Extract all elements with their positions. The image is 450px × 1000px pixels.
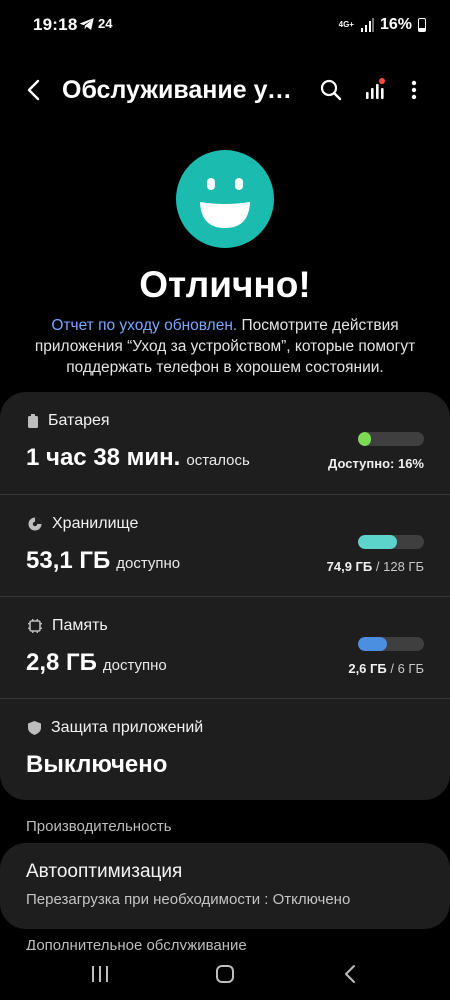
memory-header: Память	[28, 617, 108, 635]
device-status-card: Батарея 1 час 38 мин. осталось Доступно:…	[0, 392, 450, 800]
battery-icon	[28, 414, 38, 428]
more-vert-icon	[411, 80, 417, 100]
performance-section-title: Производительность	[26, 818, 172, 835]
battery-percent: 16%	[379, 16, 412, 33]
memory-row[interactable]: Память 2,8 ГБ доступно 2,6 ГБ / 6 ГБ	[0, 596, 450, 698]
signal-icon	[360, 18, 374, 32]
memory-progress-bar	[358, 637, 424, 651]
memory-value-group: 2,8 ГБ доступно	[26, 649, 167, 677]
memory-used: 2,6 ГБ	[348, 661, 387, 676]
storage-row[interactable]: Хранилище 53,1 ГБ доступно 74,9 ГБ / 128…	[0, 494, 450, 596]
battery-value: 1 час 38 мин.	[26, 444, 181, 471]
status-description: Отчет по уходу обновлен. Посмотрите дейс…	[30, 315, 420, 378]
search-icon	[320, 79, 342, 101]
recent-apps-icon	[92, 966, 108, 982]
storage-value-group: 53,1 ГБ доступно	[26, 547, 180, 575]
auto-optimization-subtitle: Перезагрузка при необходимости : Отключе…	[26, 891, 351, 908]
page-title: Обслуживание устройства	[62, 76, 304, 104]
battery-header: Батарея	[28, 412, 110, 430]
storage-used: 74,9 ГБ	[326, 559, 373, 574]
battery-value-group: 1 час 38 мин. осталось	[26, 444, 250, 472]
auto-optimization-card[interactable]: Автооптимизация Перезагрузка при необход…	[0, 843, 450, 929]
status-bar: 19:18 24 4G+ 16%	[0, 0, 450, 52]
storage-pie-icon	[28, 517, 42, 531]
additional-care-section-title: Дополнительное обслуживание	[26, 937, 247, 950]
memory-total: / 6 ГБ	[386, 661, 424, 676]
battery-suffix: осталось	[186, 452, 250, 469]
battery-label: Батарея	[48, 412, 110, 429]
battery-progress-fill	[358, 432, 372, 446]
auto-optimization-title: Автооптимизация	[26, 861, 183, 882]
storage-usage: 74,9 ГБ / 128 ГБ	[327, 559, 424, 574]
shield-icon	[28, 721, 41, 735]
storage-progress-fill	[358, 535, 397, 549]
app-protection-header: Защита приложений	[28, 719, 203, 737]
app-protection-value: Выключено	[26, 751, 168, 778]
storage-value: 53,1 ГБ	[26, 547, 111, 574]
status-right: 4G+ 16%	[339, 15, 426, 35]
notification-badge: 24	[98, 16, 113, 31]
back-button[interactable]	[16, 72, 52, 108]
memory-chip-icon	[28, 619, 42, 633]
battery-row[interactable]: Батарея 1 час 38 мин. осталось Доступно:…	[0, 392, 450, 494]
battery-icon	[418, 18, 426, 32]
memory-progress-fill	[358, 637, 387, 651]
status-title: Отлично!	[139, 264, 311, 305]
more-options-button[interactable]	[396, 72, 432, 108]
smiley-face-icon	[176, 150, 274, 248]
back-nav-button[interactable]	[330, 960, 370, 988]
app-bar: Обслуживание устройства	[0, 62, 450, 118]
home-icon	[216, 965, 234, 983]
memory-usage: 2,6 ГБ / 6 ГБ	[348, 661, 424, 676]
storage-header: Хранилище	[28, 515, 138, 533]
storage-progress-bar	[358, 535, 424, 549]
storage-total: / 128 ГБ	[372, 559, 424, 574]
notification-dot	[379, 78, 385, 84]
search-button[interactable]	[313, 72, 349, 108]
app-protection-row[interactable]: Защита приложений Выключено	[0, 698, 450, 800]
memory-label: Память	[52, 617, 108, 634]
memory-value: 2,8 ГБ	[26, 649, 97, 676]
battery-available: Доступно: 16%	[328, 456, 424, 471]
back-nav-icon	[345, 965, 355, 983]
telegram-icon	[79, 18, 94, 30]
memory-suffix: доступно	[102, 657, 167, 674]
app-protection-value-group: Выключено	[26, 751, 167, 779]
network-indicator: 4G+	[338, 20, 354, 29]
navigation-bar	[0, 950, 450, 1000]
recent-apps-button[interactable]	[80, 960, 120, 988]
status-time: 19:18	[33, 15, 78, 34]
storage-label: Хранилище	[52, 515, 139, 532]
app-protection-label: Защита приложений	[51, 719, 204, 736]
diagnostics-button[interactable]	[357, 72, 393, 108]
back-arrow-icon	[27, 79, 40, 101]
storage-suffix: доступно	[116, 555, 181, 572]
home-button[interactable]	[205, 960, 245, 988]
battery-available-text: Доступно: 16%	[328, 456, 424, 471]
battery-progress-bar	[358, 432, 424, 446]
care-report-link[interactable]: Отчет по уходу обновлен.	[51, 317, 237, 334]
